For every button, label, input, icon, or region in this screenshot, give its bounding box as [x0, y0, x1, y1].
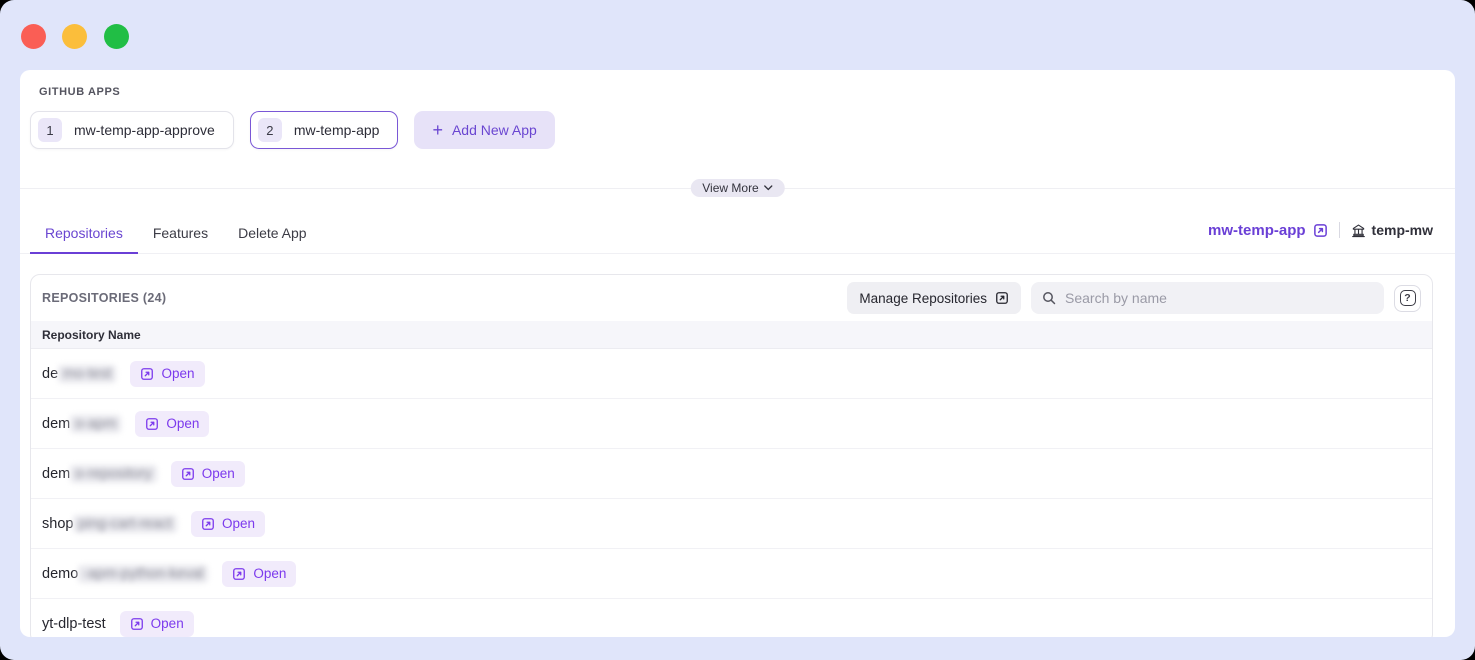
external-link-icon: [232, 567, 246, 581]
repo-name-redacted: mo-test: [58, 365, 116, 383]
repository-table: de mo-test Open dem o-apm Open dem o-rep…: [31, 349, 1432, 637]
app-chip-mw-temp-app[interactable]: 2 mw-temp-app: [250, 111, 399, 149]
chevron-down-icon: [764, 185, 773, 191]
external-link-icon: [1313, 223, 1328, 238]
table-header-row: Repository Name: [31, 321, 1432, 349]
open-label: Open: [161, 366, 194, 381]
org-label: temp-mw: [1372, 222, 1433, 238]
open-label: Open: [166, 416, 199, 431]
app-link-label: mw-temp-app: [1208, 222, 1306, 239]
tab-repositories[interactable]: Repositories: [30, 213, 138, 254]
external-link-icon: [140, 367, 154, 381]
minimize-window-button[interactable]: [62, 24, 87, 49]
app-chip-index: 1: [38, 118, 62, 142]
tab-features[interactable]: Features: [138, 213, 223, 254]
external-link-icon: [995, 291, 1009, 305]
view-more-row: View More: [20, 179, 1455, 197]
github-apps-title: GITHUB APPS: [39, 86, 1445, 98]
search-icon: [1041, 290, 1057, 306]
table-row: demo -apm-python-keval Open: [31, 549, 1432, 599]
repo-name-redacted: o-apm: [70, 415, 121, 433]
help-button[interactable]: ?: [1394, 285, 1421, 312]
github-apps-section: GITHUB APPS 1 mw-temp-app-approve 2 mw-t…: [20, 70, 1455, 149]
open-label: Open: [151, 616, 184, 631]
repositories-card-header: REPOSITORIES (24) Manage Repositories: [31, 275, 1432, 321]
add-new-app-label: Add New App: [452, 122, 537, 138]
maximize-window-button[interactable]: [104, 24, 129, 49]
view-more-button[interactable]: View More: [690, 179, 784, 197]
table-row: yt-dlp-test Open: [31, 599, 1432, 637]
repo-name: shop: [42, 516, 73, 532]
tab-delete-app[interactable]: Delete App: [223, 213, 322, 254]
column-header-repository-name: Repository Name: [42, 328, 141, 342]
open-repository-button[interactable]: Open: [222, 561, 296, 587]
app-chip-name: mw-temp-app: [294, 122, 380, 138]
app-external-link[interactable]: mw-temp-app: [1208, 222, 1328, 239]
plus-icon: +: [432, 121, 443, 139]
external-link-icon: [201, 517, 215, 531]
repo-name-redacted: ping-cart-react: [73, 515, 176, 533]
open-label: Open: [202, 466, 235, 481]
app-chips-row: 1 mw-temp-app-approve 2 mw-temp-app + Ad…: [30, 111, 1445, 149]
external-link-icon: [181, 467, 195, 481]
repositories-card: REPOSITORIES (24) Manage Repositories: [30, 274, 1433, 637]
search-box: [1031, 282, 1384, 314]
app-chip-mw-temp-app-approve[interactable]: 1 mw-temp-app-approve: [30, 111, 234, 149]
manage-repositories-label: Manage Repositories: [859, 291, 987, 306]
table-row: dem o-apm Open: [31, 399, 1432, 449]
repositories-title: REPOSITORIES (24): [42, 291, 166, 305]
table-row: shop ping-cart-react Open: [31, 499, 1432, 549]
open-label: Open: [222, 516, 255, 531]
view-more-label: View More: [702, 181, 758, 195]
open-repository-button[interactable]: Open: [120, 611, 194, 637]
add-new-app-button[interactable]: + Add New App: [414, 111, 554, 149]
repo-name: demo: [42, 566, 78, 582]
org-badge: temp-mw: [1351, 222, 1433, 238]
repo-name-redacted: o-repository: [70, 465, 157, 483]
app-chip-name: mw-temp-app-approve: [74, 122, 215, 138]
external-link-icon: [145, 417, 159, 431]
search-input[interactable]: [1065, 290, 1374, 306]
bank-icon: [1351, 223, 1366, 238]
close-window-button[interactable]: [21, 24, 46, 49]
repo-name: de: [42, 366, 58, 382]
open-repository-button[interactable]: Open: [191, 511, 265, 537]
question-icon: ?: [1400, 290, 1416, 306]
tabs-bar: Repositories Features Delete App mw-temp…: [20, 213, 1455, 254]
main-panel: GITHUB APPS 1 mw-temp-app-approve 2 mw-t…: [20, 70, 1455, 637]
app-chip-index: 2: [258, 118, 282, 142]
external-link-icon: [130, 617, 144, 631]
open-repository-button[interactable]: Open: [135, 411, 209, 437]
repo-name: dem: [42, 466, 70, 482]
card-header-actions: Manage Repositories ?: [847, 282, 1421, 314]
repo-name: yt-dlp-test: [42, 616, 106, 632]
manage-repositories-button[interactable]: Manage Repositories: [847, 282, 1021, 314]
table-row: dem o-repository Open: [31, 449, 1432, 499]
open-repository-button[interactable]: Open: [171, 461, 245, 487]
vertical-divider: [1339, 222, 1340, 238]
open-label: Open: [253, 566, 286, 581]
open-repository-button[interactable]: Open: [130, 361, 204, 387]
table-row: de mo-test Open: [31, 349, 1432, 399]
app-window: GITHUB APPS 1 mw-temp-app-approve 2 mw-t…: [0, 0, 1475, 660]
repo-name: dem: [42, 416, 70, 432]
repo-name-redacted: -apm-python-keval: [78, 565, 208, 583]
tabs-right-group: mw-temp-app temp-mw: [1208, 213, 1433, 253]
